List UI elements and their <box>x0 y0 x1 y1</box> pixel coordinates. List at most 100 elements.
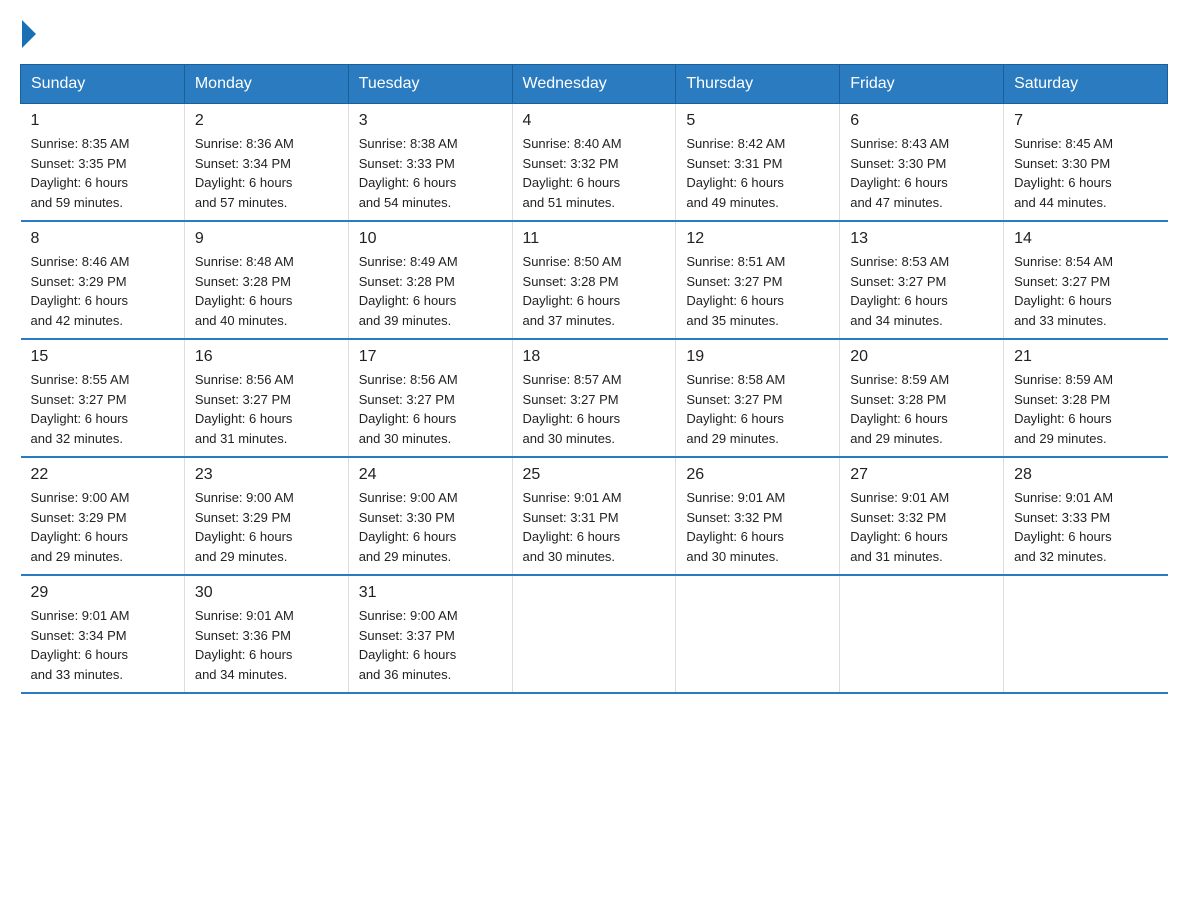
day-info: Sunrise: 8:51 AMSunset: 3:27 PMDaylight:… <box>686 254 785 328</box>
calendar-body: 1 Sunrise: 8:35 AMSunset: 3:35 PMDayligh… <box>21 104 1168 694</box>
day-info: Sunrise: 8:42 AMSunset: 3:31 PMDaylight:… <box>686 136 785 210</box>
calendar-cell: 15 Sunrise: 8:55 AMSunset: 3:27 PMDaylig… <box>21 339 185 457</box>
day-number: 7 <box>1014 112 1157 130</box>
day-number: 8 <box>31 230 174 248</box>
page-header <box>20 20 1168 48</box>
calendar-cell: 18 Sunrise: 8:57 AMSunset: 3:27 PMDaylig… <box>512 339 676 457</box>
calendar-cell <box>1004 575 1168 693</box>
calendar-cell: 26 Sunrise: 9:01 AMSunset: 3:32 PMDaylig… <box>676 457 840 575</box>
day-info: Sunrise: 9:01 AMSunset: 3:32 PMDaylight:… <box>850 490 949 564</box>
week-row-5: 29 Sunrise: 9:01 AMSunset: 3:34 PMDaylig… <box>21 575 1168 693</box>
week-row-4: 22 Sunrise: 9:00 AMSunset: 3:29 PMDaylig… <box>21 457 1168 575</box>
week-row-1: 1 Sunrise: 8:35 AMSunset: 3:35 PMDayligh… <box>21 104 1168 222</box>
day-number: 13 <box>850 230 993 248</box>
day-number: 23 <box>195 466 338 484</box>
calendar-cell: 8 Sunrise: 8:46 AMSunset: 3:29 PMDayligh… <box>21 221 185 339</box>
day-info: Sunrise: 9:00 AMSunset: 3:37 PMDaylight:… <box>359 608 458 682</box>
day-number: 12 <box>686 230 829 248</box>
day-number: 4 <box>523 112 666 130</box>
day-info: Sunrise: 8:35 AMSunset: 3:35 PMDaylight:… <box>31 136 130 210</box>
day-info: Sunrise: 8:59 AMSunset: 3:28 PMDaylight:… <box>850 372 949 446</box>
calendar-cell: 10 Sunrise: 8:49 AMSunset: 3:28 PMDaylig… <box>348 221 512 339</box>
day-info: Sunrise: 9:00 AMSunset: 3:30 PMDaylight:… <box>359 490 458 564</box>
calendar-cell: 23 Sunrise: 9:00 AMSunset: 3:29 PMDaylig… <box>184 457 348 575</box>
day-info: Sunrise: 9:01 AMSunset: 3:34 PMDaylight:… <box>31 608 130 682</box>
day-info: Sunrise: 9:00 AMSunset: 3:29 PMDaylight:… <box>195 490 294 564</box>
calendar-cell: 13 Sunrise: 8:53 AMSunset: 3:27 PMDaylig… <box>840 221 1004 339</box>
day-info: Sunrise: 8:43 AMSunset: 3:30 PMDaylight:… <box>850 136 949 210</box>
day-info: Sunrise: 8:58 AMSunset: 3:27 PMDaylight:… <box>686 372 785 446</box>
calendar-table: SundayMondayTuesdayWednesdayThursdayFrid… <box>20 64 1168 694</box>
weekday-header-friday: Friday <box>840 65 1004 104</box>
logo <box>20 20 38 48</box>
week-row-2: 8 Sunrise: 8:46 AMSunset: 3:29 PMDayligh… <box>21 221 1168 339</box>
calendar-cell <box>512 575 676 693</box>
day-info: Sunrise: 8:55 AMSunset: 3:27 PMDaylight:… <box>31 372 130 446</box>
day-number: 26 <box>686 466 829 484</box>
day-number: 20 <box>850 348 993 366</box>
day-info: Sunrise: 9:01 AMSunset: 3:31 PMDaylight:… <box>523 490 622 564</box>
day-number: 16 <box>195 348 338 366</box>
weekday-header-monday: Monday <box>184 65 348 104</box>
calendar-cell: 5 Sunrise: 8:42 AMSunset: 3:31 PMDayligh… <box>676 104 840 222</box>
day-number: 18 <box>523 348 666 366</box>
day-info: Sunrise: 8:49 AMSunset: 3:28 PMDaylight:… <box>359 254 458 328</box>
day-number: 30 <box>195 584 338 602</box>
day-number: 28 <box>1014 466 1157 484</box>
day-number: 27 <box>850 466 993 484</box>
calendar-cell: 31 Sunrise: 9:00 AMSunset: 3:37 PMDaylig… <box>348 575 512 693</box>
day-number: 3 <box>359 112 502 130</box>
day-number: 15 <box>31 348 174 366</box>
calendar-cell: 7 Sunrise: 8:45 AMSunset: 3:30 PMDayligh… <box>1004 104 1168 222</box>
day-number: 24 <box>359 466 502 484</box>
day-number: 29 <box>31 584 174 602</box>
calendar-cell: 21 Sunrise: 8:59 AMSunset: 3:28 PMDaylig… <box>1004 339 1168 457</box>
day-info: Sunrise: 8:53 AMSunset: 3:27 PMDaylight:… <box>850 254 949 328</box>
day-number: 6 <box>850 112 993 130</box>
weekday-header-thursday: Thursday <box>676 65 840 104</box>
calendar-cell: 3 Sunrise: 8:38 AMSunset: 3:33 PMDayligh… <box>348 104 512 222</box>
day-info: Sunrise: 9:01 AMSunset: 3:36 PMDaylight:… <box>195 608 294 682</box>
calendar-cell: 14 Sunrise: 8:54 AMSunset: 3:27 PMDaylig… <box>1004 221 1168 339</box>
day-info: Sunrise: 8:56 AMSunset: 3:27 PMDaylight:… <box>359 372 458 446</box>
day-info: Sunrise: 8:38 AMSunset: 3:33 PMDaylight:… <box>359 136 458 210</box>
day-info: Sunrise: 8:57 AMSunset: 3:27 PMDaylight:… <box>523 372 622 446</box>
calendar-cell: 2 Sunrise: 8:36 AMSunset: 3:34 PMDayligh… <box>184 104 348 222</box>
calendar-cell: 4 Sunrise: 8:40 AMSunset: 3:32 PMDayligh… <box>512 104 676 222</box>
weekday-header-sunday: Sunday <box>21 65 185 104</box>
day-info: Sunrise: 9:01 AMSunset: 3:32 PMDaylight:… <box>686 490 785 564</box>
day-number: 22 <box>31 466 174 484</box>
day-number: 31 <box>359 584 502 602</box>
calendar-cell: 29 Sunrise: 9:01 AMSunset: 3:34 PMDaylig… <box>21 575 185 693</box>
day-info: Sunrise: 8:36 AMSunset: 3:34 PMDaylight:… <box>195 136 294 210</box>
calendar-header: SundayMondayTuesdayWednesdayThursdayFrid… <box>21 65 1168 104</box>
day-number: 14 <box>1014 230 1157 248</box>
calendar-cell: 6 Sunrise: 8:43 AMSunset: 3:30 PMDayligh… <box>840 104 1004 222</box>
calendar-cell: 11 Sunrise: 8:50 AMSunset: 3:28 PMDaylig… <box>512 221 676 339</box>
calendar-cell: 20 Sunrise: 8:59 AMSunset: 3:28 PMDaylig… <box>840 339 1004 457</box>
calendar-cell: 12 Sunrise: 8:51 AMSunset: 3:27 PMDaylig… <box>676 221 840 339</box>
day-number: 2 <box>195 112 338 130</box>
day-info: Sunrise: 8:50 AMSunset: 3:28 PMDaylight:… <box>523 254 622 328</box>
calendar-cell: 28 Sunrise: 9:01 AMSunset: 3:33 PMDaylig… <box>1004 457 1168 575</box>
calendar-cell <box>676 575 840 693</box>
weekday-header-saturday: Saturday <box>1004 65 1168 104</box>
calendar-cell: 27 Sunrise: 9:01 AMSunset: 3:32 PMDaylig… <box>840 457 1004 575</box>
day-info: Sunrise: 8:46 AMSunset: 3:29 PMDaylight:… <box>31 254 130 328</box>
calendar-cell: 1 Sunrise: 8:35 AMSunset: 3:35 PMDayligh… <box>21 104 185 222</box>
day-info: Sunrise: 8:59 AMSunset: 3:28 PMDaylight:… <box>1014 372 1113 446</box>
calendar-cell: 24 Sunrise: 9:00 AMSunset: 3:30 PMDaylig… <box>348 457 512 575</box>
day-info: Sunrise: 8:56 AMSunset: 3:27 PMDaylight:… <box>195 372 294 446</box>
day-info: Sunrise: 8:45 AMSunset: 3:30 PMDaylight:… <box>1014 136 1113 210</box>
day-number: 10 <box>359 230 502 248</box>
day-number: 9 <box>195 230 338 248</box>
calendar-cell: 25 Sunrise: 9:01 AMSunset: 3:31 PMDaylig… <box>512 457 676 575</box>
day-info: Sunrise: 8:54 AMSunset: 3:27 PMDaylight:… <box>1014 254 1113 328</box>
day-number: 1 <box>31 112 174 130</box>
weekday-row: SundayMondayTuesdayWednesdayThursdayFrid… <box>21 65 1168 104</box>
day-info: Sunrise: 8:40 AMSunset: 3:32 PMDaylight:… <box>523 136 622 210</box>
calendar-cell: 9 Sunrise: 8:48 AMSunset: 3:28 PMDayligh… <box>184 221 348 339</box>
calendar-cell: 19 Sunrise: 8:58 AMSunset: 3:27 PMDaylig… <box>676 339 840 457</box>
day-info: Sunrise: 9:00 AMSunset: 3:29 PMDaylight:… <box>31 490 130 564</box>
calendar-cell: 16 Sunrise: 8:56 AMSunset: 3:27 PMDaylig… <box>184 339 348 457</box>
